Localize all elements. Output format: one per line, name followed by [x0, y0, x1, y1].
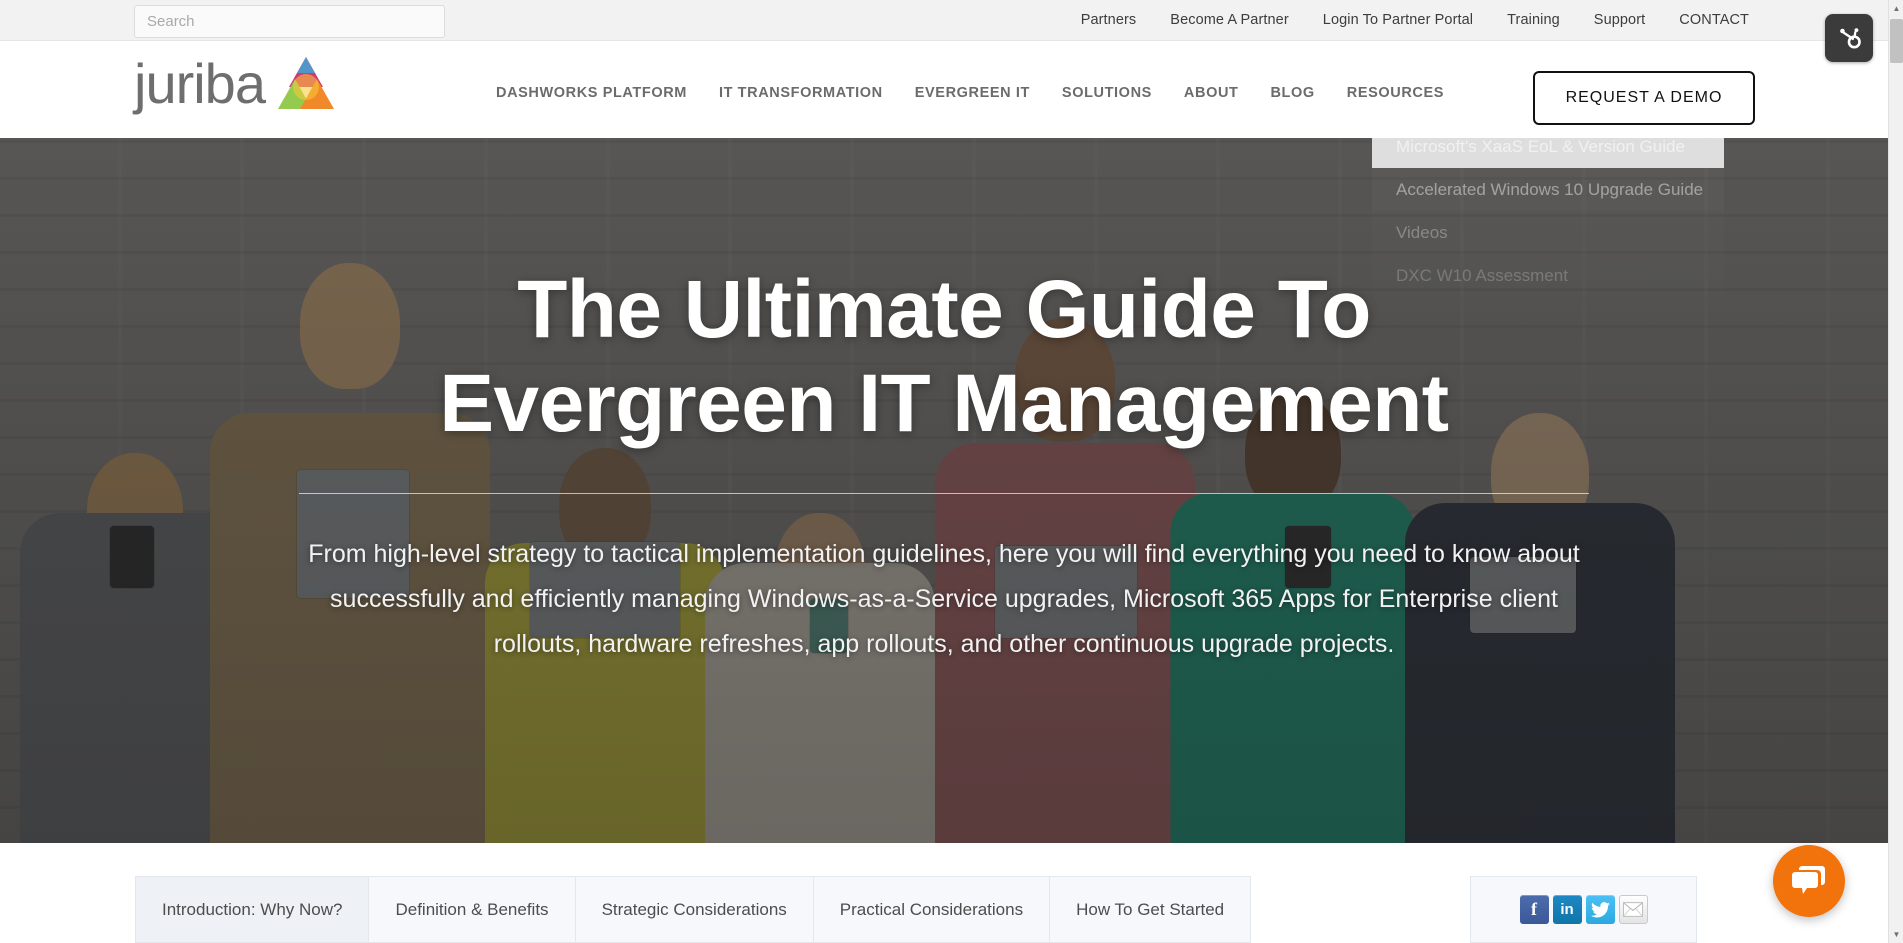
twitter-share-icon[interactable] — [1585, 895, 1615, 924]
chapter-tabs: Introduction: Why Now? Definition & Bene… — [135, 876, 1252, 943]
utility-link-training[interactable]: Training — [1490, 0, 1577, 41]
scrollbar-down-arrow-icon[interactable]: ▼ — [1889, 926, 1903, 943]
linkedin-share-icon[interactable]: in — [1552, 895, 1582, 924]
nav-item-evergreen-it[interactable]: EVERGREEN IT — [899, 85, 1046, 101]
email-share-icon[interactable] — [1618, 895, 1648, 924]
chapter-tab-introduction[interactable]: Introduction: Why Now? — [136, 877, 370, 942]
nav-item-resources[interactable]: RESOURCES — [1331, 85, 1460, 101]
hero-subtitle: From high-level strategy to tactical imp… — [308, 540, 1580, 658]
utility-bar: Partners Become A Partner Login To Partn… — [0, 0, 1888, 41]
nav-item-blog[interactable]: BLOG — [1254, 85, 1330, 101]
nav-item-about[interactable]: ABOUT — [1168, 85, 1255, 101]
below-hero-section: Introduction: Why Now? Definition & Bene… — [0, 843, 1888, 943]
search-input[interactable] — [134, 5, 445, 38]
main-header: juriba DASHWORKS PLATFORM IT TRANSFORMAT… — [0, 41, 1888, 138]
social-share-box: f in — [1470, 876, 1697, 943]
site-logo[interactable]: juriba — [134, 55, 337, 113]
chapter-tab-strategic-considerations[interactable]: Strategic Considerations — [575, 877, 814, 942]
chapter-tab-practical-considerations[interactable]: Practical Considerations — [813, 877, 1051, 942]
logo-wordmark: juriba — [134, 52, 266, 115]
page-root: Partners Become A Partner Login To Partn… — [0, 0, 1903, 943]
hubspot-sprocket-icon — [1840, 28, 1861, 49]
hero-divider — [299, 493, 1589, 494]
search-container — [134, 5, 445, 38]
chapter-tab-definition-benefits[interactable]: Definition & Benefits — [369, 877, 576, 942]
chat-launcher-button[interactable] — [1773, 845, 1845, 917]
request-a-demo-button[interactable]: REQUEST A DEMO — [1533, 71, 1755, 125]
hero-banner: The Ultimate Guide To Evergreen IT Manag… — [0, 138, 1888, 843]
nav-item-it-transformation[interactable]: IT TRANSFORMATION — [703, 85, 899, 101]
main-nav: DASHWORKS PLATFORM IT TRANSFORMATION EVE… — [480, 85, 1460, 101]
utility-nav: Partners Become A Partner Login To Partn… — [1064, 0, 1766, 41]
hero-content: The Ultimate Guide To Evergreen IT Manag… — [0, 138, 1888, 843]
utility-link-support[interactable]: Support — [1577, 0, 1663, 41]
twitter-bird-glyph — [1590, 901, 1610, 917]
envelope-glyph — [1623, 902, 1643, 917]
nav-item-dashworks-platform[interactable]: DASHWORKS PLATFORM — [480, 85, 703, 101]
utility-link-partners[interactable]: Partners — [1064, 0, 1154, 41]
hero-title: The Ultimate Guide To Evergreen IT Manag… — [439, 264, 1449, 449]
utility-link-contact[interactable]: CONTACT — [1662, 0, 1766, 41]
utility-link-login-partner-portal[interactable]: Login To Partner Portal — [1306, 0, 1490, 41]
chat-bubble-icon — [1792, 866, 1825, 894]
utility-link-become-a-partner[interactable]: Become A Partner — [1153, 0, 1305, 41]
nav-item-solutions[interactable]: SOLUTIONS — [1046, 85, 1168, 101]
juriba-triangle-logo-icon — [277, 57, 334, 109]
chapter-tab-how-to-get-started[interactable]: How To Get Started — [1050, 877, 1251, 942]
scrollbar-thumb[interactable] — [1890, 19, 1903, 63]
vertical-scrollbar[interactable]: ▲ ▼ — [1888, 0, 1903, 943]
scrollbar-up-arrow-icon[interactable]: ▲ — [1889, 0, 1903, 17]
hubspot-badge-button[interactable] — [1825, 14, 1873, 62]
facebook-share-icon[interactable]: f — [1519, 895, 1549, 924]
